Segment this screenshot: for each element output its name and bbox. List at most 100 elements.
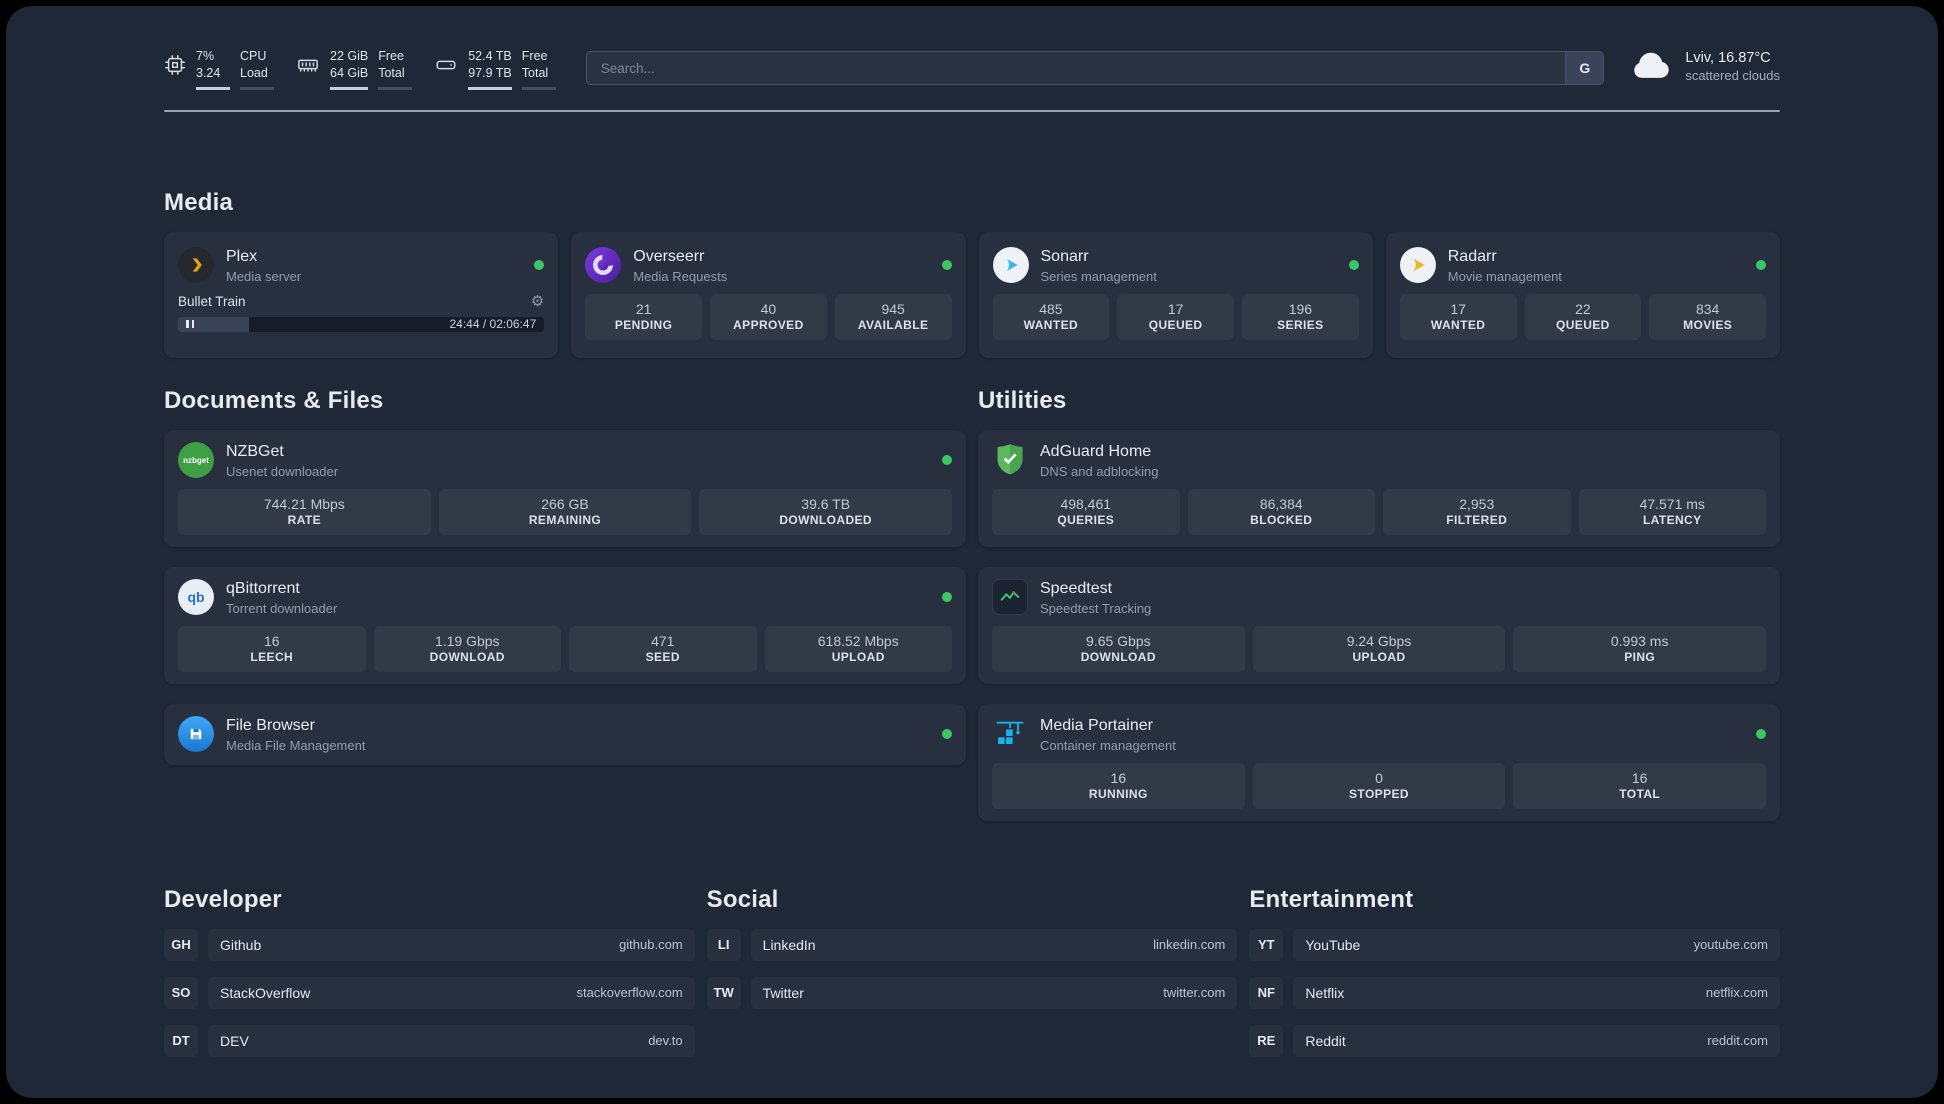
stat-tile: 40 APPROVED (710, 293, 827, 340)
stat-value: 9.65 Gbps (1086, 632, 1151, 649)
link-url: stackoverflow.com (576, 985, 683, 1001)
qbittorrent-card[interactable]: qb qBittorrent Torrent downloader 16 LEE… (164, 566, 966, 684)
portainer-stats: 16 RUNNING 0 STOPPED 16 TOTAL (992, 762, 1767, 809)
gear-icon[interactable]: ⚙ (531, 294, 544, 309)
link-name: Reddit (1305, 1032, 1346, 1049)
entertainment-group: Entertainment YT YouTube youtube.com NF … (1249, 885, 1780, 1057)
qbittorrent-stats: 16 LEECH 1.19 Gbps DOWNLOAD 471 SEED 618… (178, 625, 952, 672)
link-row-netflix[interactable]: NF Netflix netflix.com (1249, 976, 1780, 1009)
stat-value: 47.571 ms (1639, 495, 1705, 512)
stat-value: 16 (263, 632, 280, 649)
adguard-card[interactable]: AdGuard Home DNS and adblocking 498,461 … (978, 429, 1780, 547)
link-name: LinkedIn (762, 936, 816, 953)
link-row-dev[interactable]: DT DEV dev.to (164, 1024, 695, 1057)
link-url: youtube.com (1693, 937, 1768, 953)
media-section-title: Media (164, 188, 234, 216)
link-bar[interactable]: Reddit reddit.com (1293, 1024, 1780, 1057)
app-subtitle: Torrent downloader (226, 600, 338, 616)
status-dot (942, 592, 952, 603)
speedtest-header: Speedtest Speedtest Tracking (992, 579, 1766, 616)
sonarr-texts: Sonarr Series management (1041, 247, 1157, 284)
topbar: 7% 3.24 CPU Load 22 GiB 64 GiB Free Tota… (164, 6, 1780, 90)
link-bar[interactable]: Twitter twitter.com (750, 976, 1238, 1009)
playback-time: 24:44 / 02:06:47 (449, 317, 537, 332)
plex-progress-bar[interactable]: 24:44 / 02:06:47 (178, 316, 545, 332)
overseerr-card[interactable]: Overseerr Media Requests 21 PENDING 40 A… (571, 231, 966, 358)
stat-tile: 9.24 Gbps UPLOAD (1252, 625, 1506, 672)
speedtest-icon (992, 579, 1028, 616)
utilities-column: Utilities AdGuard Home DNS and adblockin… (978, 386, 1780, 821)
qbittorrent-texts: qBittorrent Torrent downloader (226, 579, 337, 616)
stat-label: APPROVED (733, 318, 804, 333)
weather-condition: scattered clouds (1685, 68, 1780, 83)
weather-widget: Lviv, 16.87°C scattered clouds (1632, 50, 1780, 83)
stat-tile: 17 QUEUED (1117, 293, 1234, 340)
search-engine-button[interactable]: G (1565, 52, 1604, 84)
stat-label: REMAINING (528, 513, 602, 528)
sonarr-stats: 485 WANTED 17 QUEUED 196 SERIES (992, 293, 1359, 340)
link-row-stackoverflow[interactable]: SO StackOverflow stackoverflow.com (164, 976, 695, 1009)
stat-value: 21 (635, 300, 652, 317)
filebrowser-card[interactable]: File Browser Media File Management (164, 703, 966, 765)
sonarr-card[interactable]: Sonarr Series management 485 WANTED 17 Q… (978, 231, 1373, 358)
link-name: DEV (220, 1032, 249, 1049)
link-row-linkedin[interactable]: LI LinkedIn linkedin.com (706, 928, 1238, 961)
link-bar[interactable]: LinkedIn linkedin.com (750, 928, 1238, 961)
plex-header: Plex Media server (178, 247, 545, 284)
stat-tile: 2,953 FILTERED (1383, 488, 1571, 535)
stat-label: RATE (287, 513, 322, 528)
link-bar[interactable]: Github github.com (208, 928, 695, 961)
stat-label: MOVIES (1683, 318, 1733, 333)
nzbget-texts: NZBGet Usenet downloader (226, 442, 338, 479)
stat-tile: 16 LEECH (178, 625, 366, 672)
app-name: Plex (226, 247, 258, 265)
search-input[interactable] (586, 52, 1566, 84)
twitter-badge: TW (706, 976, 741, 1009)
link-row-github[interactable]: GH Github github.com (164, 928, 695, 961)
stat-value: 485 (1039, 300, 1063, 317)
nzbget-stats: 744.21 Mbps RATE 266 GB REMAINING 39.6 T… (178, 488, 953, 535)
stat-tile: 945 AVAILABLE (834, 293, 952, 340)
plex-texts: Plex Media server (226, 247, 301, 284)
link-row-twitter[interactable]: TW Twitter twitter.com (706, 976, 1238, 1009)
link-bar[interactable]: DEV dev.to (208, 1024, 695, 1057)
link-row-reddit[interactable]: RE Reddit reddit.com (1249, 1024, 1780, 1057)
ram-total: 64 GiB (330, 65, 369, 80)
stat-value: 16 (1631, 769, 1648, 786)
portainer-header: Media Portainer Container management (992, 716, 1766, 753)
link-row-youtube[interactable]: YT YouTube youtube.com (1249, 928, 1780, 961)
stat-value: 0.993 ms (1610, 632, 1669, 649)
sonarr-icon (992, 247, 1029, 284)
nzbget-card[interactable]: nzbget NZBGet Usenet downloader 744.21 M… (164, 429, 966, 547)
stat-value: 266 GB (541, 495, 589, 512)
stat-label: UPLOAD (831, 650, 885, 665)
app-name: Overseerr (633, 247, 705, 265)
ram-label-1: Free (378, 49, 404, 63)
disk-metric: 52.4 TB 97.9 TB Free Total (434, 48, 556, 90)
pause-button[interactable] (186, 320, 194, 329)
stat-value: 945 (881, 300, 905, 317)
stat-tile: 47.571 ms LATENCY (1578, 488, 1766, 535)
link-url: netflix.com (1705, 985, 1768, 1001)
radarr-card[interactable]: Radarr Movie management 17 WANTED 22 QUE… (1385, 231, 1780, 358)
plex-card[interactable]: Plex Media server Bullet Train ⚙ 24:44 /… (164, 231, 559, 358)
qbittorrent-icon: qb (178, 579, 214, 616)
stat-tile: 498,461 QUERIES (992, 488, 1180, 535)
link-bar[interactable]: Netflix netflix.com (1293, 976, 1780, 1009)
app-name: Speedtest (1040, 579, 1113, 597)
entertainment-group-title: Entertainment (1249, 885, 1414, 913)
radarr-stats: 17 WANTED 22 QUEUED 834 MOVIES (1399, 293, 1766, 340)
link-bar[interactable]: YouTube youtube.com (1293, 928, 1780, 961)
portainer-card[interactable]: Media Portainer Container management 16 … (978, 703, 1780, 821)
ram-labels: Free Total (378, 48, 413, 90)
link-bar[interactable]: StackOverflow stackoverflow.com (208, 976, 695, 1009)
dashboard: 7% 3.24 CPU Load 22 GiB 64 GiB Free Tota… (6, 6, 1938, 1098)
stat-value: 17 (1167, 300, 1184, 317)
app-name: File Browser (226, 716, 315, 734)
stat-value: 9.24 Gbps (1346, 632, 1412, 649)
speedtest-card[interactable]: Speedtest Speedtest Tracking 9.65 Gbps D… (978, 566, 1780, 684)
stat-label: SERIES (1277, 318, 1324, 333)
app-subtitle: Media File Management (226, 737, 366, 753)
stat-label: TOTAL (1619, 787, 1661, 802)
disk-free: 52.4 TB (468, 49, 512, 63)
